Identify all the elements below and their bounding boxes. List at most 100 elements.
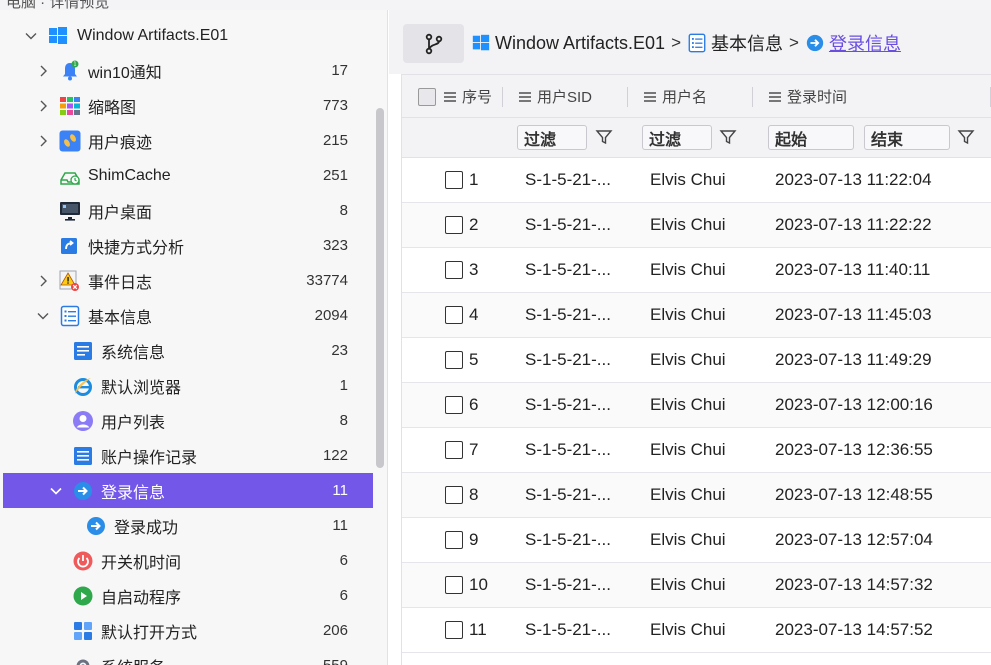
row-checkbox[interactable] <box>445 486 463 504</box>
chevron-right-icon[interactable] <box>35 133 51 149</box>
shortcut-icon <box>59 235 81 257</box>
play-circle-icon <box>72 585 94 607</box>
sidebar-item-2[interactable]: 用户痕迹 215 <box>3 123 373 158</box>
table-row[interactable]: 7 S-1-5-21-... Elvis Chui 2023-07-13 12:36:… <box>402 428 991 473</box>
funnel-filter-icon[interactable] <box>719 128 737 146</box>
sidebar-item-root[interactable]: Window Artifacts.E01 <box>3 18 373 53</box>
funnel-filter-icon[interactable] <box>595 128 613 146</box>
row-checkbox-cell[interactable]: 4 <box>445 293 478 337</box>
row-checkbox-cell[interactable]: 11 <box>445 608 487 652</box>
time-start-input[interactable]: 起始 <box>768 125 854 150</box>
breadcrumb-item-image[interactable]: Window Artifacts.E01 <box>495 33 665 54</box>
column-menu-icon[interactable] <box>644 91 656 102</box>
row-checkbox[interactable] <box>445 621 463 639</box>
row-index: 9 <box>469 530 479 549</box>
table-row[interactable]: 8 S-1-5-21-... Elvis Chui 2023-07-13 12:48:… <box>402 473 991 518</box>
row-checkbox[interactable] <box>445 171 463 189</box>
sidebar-item-count: 23 <box>331 342 348 359</box>
sidebar-item-count: 1 <box>339 377 348 394</box>
sidebar-item-12[interactable]: 登录信息 11 <box>3 473 373 508</box>
system-info-icon <box>72 340 94 362</box>
column-menu-icon[interactable] <box>444 91 456 102</box>
table-row[interactable]: 9 S-1-5-21-... Elvis Chui 2023-07-13 12:57:… <box>402 518 991 563</box>
row-checkbox[interactable] <box>445 306 463 324</box>
chevron-right-icon[interactable] <box>35 63 51 79</box>
sidebar-item-8[interactable]: 系统信息 23 <box>3 333 373 368</box>
row-checkbox[interactable] <box>445 396 463 414</box>
sidebar-item-3[interactable]: ShimCache 251 <box>3 158 373 193</box>
row-checkbox[interactable] <box>445 351 463 369</box>
cell-username: Elvis Chui <box>650 575 726 594</box>
sidebar-item-9[interactable]: 默认浏览器 1 <box>3 368 373 403</box>
chevron-right-icon[interactable] <box>35 98 51 114</box>
sidebar-item-4[interactable]: 用户桌面 8 <box>3 193 373 228</box>
row-checkbox-cell[interactable]: 1 <box>445 158 478 202</box>
column-header-sid[interactable]: 用户SID <box>519 75 592 118</box>
sidebar-item-10[interactable]: 用户列表 8 <box>3 403 373 438</box>
table-row[interactable]: 6 S-1-5-21-... Elvis Chui 2023-07-13 12:00:… <box>402 383 991 428</box>
row-checkbox-cell[interactable]: 5 <box>445 338 478 382</box>
sidebar-item-16[interactable]: 默认打开方式 206 <box>3 613 373 648</box>
breadcrumb-item-basic-info[interactable]: 基本信息 <box>711 30 783 56</box>
row-checkbox-cell[interactable]: 3 <box>445 248 478 292</box>
sidebar-scrollbar-thumb[interactable] <box>376 108 384 468</box>
sidebar-item-15[interactable]: 自启动程序 6 <box>3 578 373 613</box>
toolbar: Window Artifacts.E01 > 基本信息 > 登录信息 <box>389 10 991 74</box>
table-row[interactable]: 2 S-1-5-21-... Elvis Chui 2023-07-13 11:22:… <box>402 203 991 248</box>
table-row[interactable]: 1 S-1-5-21-... Elvis Chui 2023-07-13 11:22:… <box>402 158 991 203</box>
chevron-down-icon[interactable] <box>35 308 51 324</box>
row-checkbox-cell[interactable]: 10 <box>445 563 488 607</box>
table-row[interactable]: 10 S-1-5-21-... Elvis Chui 2023-07-13 14:57… <box>402 563 991 608</box>
time-end-input[interactable]: 结束 <box>864 125 950 150</box>
sidebar-item-label: 账户操作记录 <box>101 449 198 467</box>
row-checkbox[interactable] <box>445 261 463 279</box>
column-menu-icon[interactable] <box>769 91 781 102</box>
row-checkbox[interactable] <box>445 531 463 549</box>
sidebar-item-7[interactable]: 基本信息 2094 <box>3 298 373 333</box>
column-divider[interactable] <box>627 87 628 107</box>
sidebar-item-5[interactable]: 快捷方式分析 323 <box>3 228 373 263</box>
sidebar-item-label: 用户列表 <box>101 414 166 432</box>
column-header-login-time[interactable]: 登录时间 <box>769 75 847 118</box>
select-all-checkbox-cell[interactable] <box>418 75 436 118</box>
table-row[interactable]: 5 S-1-5-21-... Elvis Chui 2023-07-13 11:49:… <box>402 338 991 383</box>
cell-sid: S-1-5-21-... <box>525 530 611 549</box>
sidebar-item-count: 2094 <box>314 307 348 324</box>
select-all-checkbox[interactable] <box>418 87 436 106</box>
breadcrumb-item-login-info[interactable]: 登录信息 <box>829 30 901 56</box>
sidebar-item-11[interactable]: 账户操作记录 122 <box>3 438 373 473</box>
sidebar-item-1[interactable]: 缩略图 773 <box>3 88 373 123</box>
row-checkbox-cell[interactable]: 9 <box>445 518 478 562</box>
row-checkbox-cell[interactable]: 7 <box>445 428 478 472</box>
column-header-index[interactable]: 序号 <box>444 75 492 118</box>
sidebar-item-0[interactable]: 1 win10通知 17 <box>3 53 373 88</box>
column-header-username[interactable]: 用户名 <box>644 75 707 118</box>
chevron-down-icon[interactable] <box>23 28 39 44</box>
table-row[interactable]: 4 S-1-5-21-... Elvis Chui 2023-07-13 11:45:… <box>402 293 991 338</box>
column-divider[interactable] <box>752 87 753 107</box>
funnel-filter-icon[interactable] <box>957 128 975 146</box>
username-filter-input[interactable]: 过滤 <box>642 125 712 150</box>
table-row[interactable]: 11 S-1-5-21-... Elvis Chui 2023-07-13 14:57… <box>402 608 991 653</box>
sidebar-item-14[interactable]: 开关机时间 6 <box>3 543 373 578</box>
row-checkbox-cell[interactable]: 6 <box>445 383 478 427</box>
row-checkbox[interactable] <box>445 216 463 234</box>
row-checkbox[interactable] <box>445 441 463 459</box>
row-checkbox[interactable] <box>445 576 463 594</box>
sid-filter-input[interactable]: 过滤 <box>517 125 587 150</box>
sidebar-item-17[interactable]: 系统服务 559 <box>3 648 373 665</box>
row-checkbox-cell[interactable]: 8 <box>445 473 478 517</box>
column-menu-icon[interactable] <box>519 91 531 102</box>
chevron-down-icon[interactable] <box>48 483 64 499</box>
cell-sid: S-1-5-21-... <box>525 170 611 189</box>
sidebar-item-label: 登录信息 <box>101 484 166 502</box>
sidebar-item-13[interactable]: 登录成功 11 <box>3 508 373 543</box>
table-row[interactable]: 3 S-1-5-21-... Elvis Chui 2023-07-13 11:40:… <box>402 248 991 293</box>
column-divider[interactable] <box>502 87 503 107</box>
sidebar-item-6[interactable]: 事件日志 33774 <box>3 263 373 298</box>
chevron-right-icon[interactable] <box>35 273 51 289</box>
cell-time: 2023-07-13 11:22:04 <box>775 170 932 189</box>
row-index: 7 <box>469 440 479 459</box>
branch-button[interactable] <box>403 24 464 63</box>
row-checkbox-cell[interactable]: 2 <box>445 203 478 247</box>
